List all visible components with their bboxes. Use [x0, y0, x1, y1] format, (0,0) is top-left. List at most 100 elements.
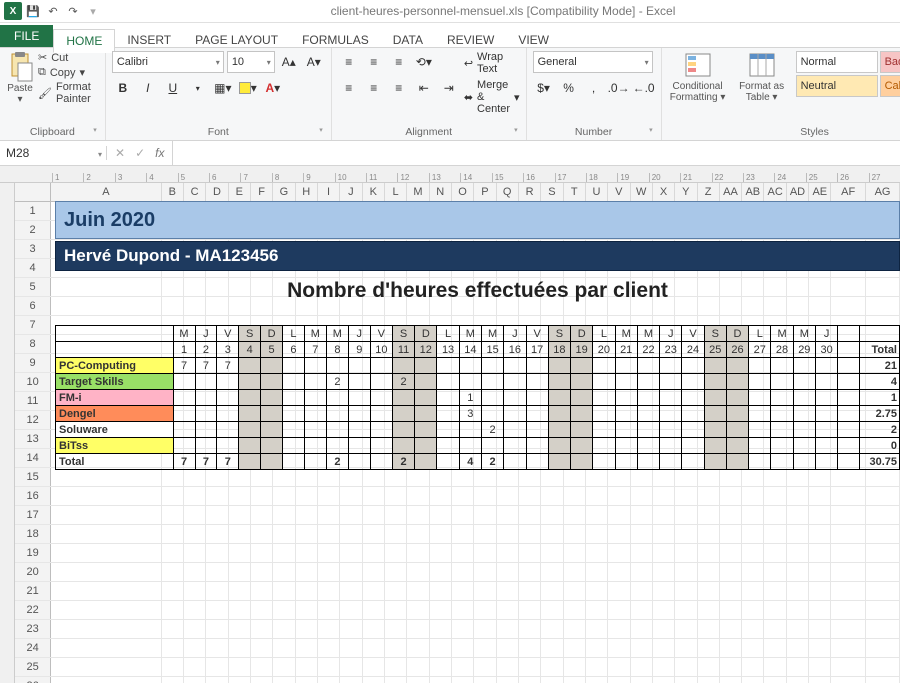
col-header[interactable]: AF — [831, 183, 865, 201]
redo-icon[interactable]: ↷ — [64, 2, 82, 20]
col-header[interactable]: Y — [675, 183, 697, 201]
row-header[interactable]: 25 — [15, 658, 51, 676]
col-header[interactable]: AG — [866, 183, 900, 201]
row-header[interactable]: 17 — [15, 506, 51, 524]
font-size-select[interactable]: 10 — [227, 51, 275, 73]
accounting-format-button[interactable]: $▾ — [533, 77, 555, 99]
merge-center-button[interactable]: ⬌Merge & Center ▾ — [464, 79, 520, 115]
format-painter-button[interactable]: 🖌Format Painter — [38, 81, 99, 105]
decrease-indent-icon[interactable]: ⇤ — [413, 77, 435, 99]
row-header[interactable]: 7 — [15, 316, 51, 334]
col-header[interactable]: D — [206, 183, 228, 201]
row-header[interactable]: 4 — [15, 259, 51, 277]
row-header[interactable]: 5 — [15, 278, 51, 296]
copy-button[interactable]: ⧉Copy ▾ — [38, 66, 99, 79]
underline-button[interactable]: U — [162, 77, 184, 99]
col-header[interactable]: N — [430, 183, 452, 201]
row-header[interactable]: 13 — [15, 430, 51, 448]
col-header[interactable]: H — [296, 183, 318, 201]
style-normal[interactable]: Normal — [796, 51, 878, 73]
col-header[interactable]: X — [653, 183, 675, 201]
row-header[interactable]: 19 — [15, 544, 51, 562]
col-header[interactable]: I — [318, 183, 340, 201]
col-header[interactable]: J — [340, 183, 362, 201]
save-icon[interactable]: 💾 — [24, 2, 42, 20]
col-header[interactable]: E — [229, 183, 251, 201]
cancel-formula-icon[interactable]: ✕ — [115, 146, 125, 160]
tab-home[interactable]: HOME — [53, 29, 115, 53]
row-header[interactable]: 22 — [15, 601, 51, 619]
row-header[interactable]: 26 — [15, 677, 51, 683]
col-header[interactable]: C — [184, 183, 206, 201]
conditional-formatting-button[interactable]: Conditional Formatting ▾ — [668, 51, 728, 103]
col-header[interactable]: G — [273, 183, 295, 201]
worksheet-grid[interactable]: ABCDEFGHIJKLMNOPQRSTUVWXYZAAABACADAEAFAG… — [15, 183, 900, 683]
comma-format-button[interactable]: , — [583, 77, 605, 99]
col-header[interactable]: A — [51, 183, 161, 201]
increase-decimal-button[interactable]: .0→ — [608, 77, 630, 99]
row-header[interactable]: 16 — [15, 487, 51, 505]
align-center-icon[interactable]: ≡ — [363, 77, 385, 99]
italic-button[interactable]: I — [137, 77, 159, 99]
percent-format-button[interactable]: % — [558, 77, 580, 99]
col-header[interactable]: B — [162, 183, 184, 201]
row-header[interactable]: 11 — [15, 392, 51, 410]
col-header[interactable]: F — [251, 183, 273, 201]
row-header[interactable]: 8 — [15, 335, 51, 353]
row-header[interactable]: 9 — [15, 354, 51, 372]
col-header[interactable]: Q — [497, 183, 519, 201]
align-bottom-icon[interactable]: ≡ — [388, 51, 410, 73]
align-top-icon[interactable]: ≡ — [338, 51, 360, 73]
row-header[interactable]: 2 — [15, 221, 51, 239]
increase-indent-icon[interactable]: ⇥ — [438, 77, 460, 99]
col-header[interactable]: Z — [698, 183, 720, 201]
row-header[interactable]: 12 — [15, 411, 51, 429]
col-header[interactable]: O — [452, 183, 474, 201]
align-left-icon[interactable]: ≡ — [338, 77, 360, 99]
col-header[interactable]: V — [608, 183, 630, 201]
row-header[interactable]: 6 — [15, 297, 51, 315]
paste-button[interactable]: Paste ▾ — [6, 51, 34, 105]
col-header[interactable]: U — [586, 183, 608, 201]
chevron-down-icon[interactable]: ▾ — [187, 77, 209, 99]
align-right-icon[interactable]: ≡ — [388, 77, 410, 99]
wrap-text-button[interactable]: ↩Wrap Text — [464, 51, 520, 75]
format-as-table-button[interactable]: Format as Table ▾ — [732, 51, 792, 103]
bold-button[interactable]: B — [112, 77, 134, 99]
row-header[interactable]: 1 — [15, 202, 51, 220]
number-format-select[interactable]: General — [533, 51, 653, 73]
row-header[interactable]: 15 — [15, 468, 51, 486]
row-header[interactable]: 21 — [15, 582, 51, 600]
row-header[interactable]: 24 — [15, 639, 51, 657]
orientation-icon[interactable]: ⟲▾ — [413, 51, 435, 73]
col-header[interactable]: P — [474, 183, 496, 201]
col-header[interactable]: W — [631, 183, 653, 201]
font-color-button[interactable]: A▾ — [262, 77, 284, 99]
qat-customize-icon[interactable]: ▾ — [84, 2, 102, 20]
formula-input[interactable] — [172, 141, 900, 165]
style-neutral[interactable]: Neutral — [796, 75, 878, 97]
row-header[interactable]: 23 — [15, 620, 51, 638]
col-header[interactable]: AA — [720, 183, 742, 201]
increase-font-icon[interactable]: A▴ — [278, 51, 300, 73]
cell-styles-gallery[interactable]: NormalBadNeutralCalculation — [796, 51, 900, 97]
row-header[interactable]: 20 — [15, 563, 51, 581]
row-header[interactable]: 10 — [15, 373, 51, 391]
align-middle-icon[interactable]: ≡ — [363, 51, 385, 73]
row-header[interactable]: 3 — [15, 240, 51, 258]
enter-formula-icon[interactable]: ✓ — [135, 146, 145, 160]
col-header[interactable]: R — [519, 183, 541, 201]
fill-color-button[interactable]: ▾ — [237, 77, 259, 99]
col-header[interactable]: M — [407, 183, 429, 201]
row-header[interactable]: 18 — [15, 525, 51, 543]
fx-icon[interactable]: fx — [155, 146, 164, 160]
col-header[interactable]: T — [564, 183, 586, 201]
undo-icon[interactable]: ↶ — [44, 2, 62, 20]
col-header[interactable]: S — [541, 183, 563, 201]
borders-button[interactable]: ▦▾ — [212, 77, 234, 99]
style-bad[interactable]: Bad — [880, 51, 900, 73]
file-tab[interactable]: FILE — [0, 25, 53, 47]
col-header[interactable]: AE — [809, 183, 831, 201]
row-header[interactable]: 14 — [15, 449, 51, 467]
col-header[interactable]: L — [385, 183, 407, 201]
